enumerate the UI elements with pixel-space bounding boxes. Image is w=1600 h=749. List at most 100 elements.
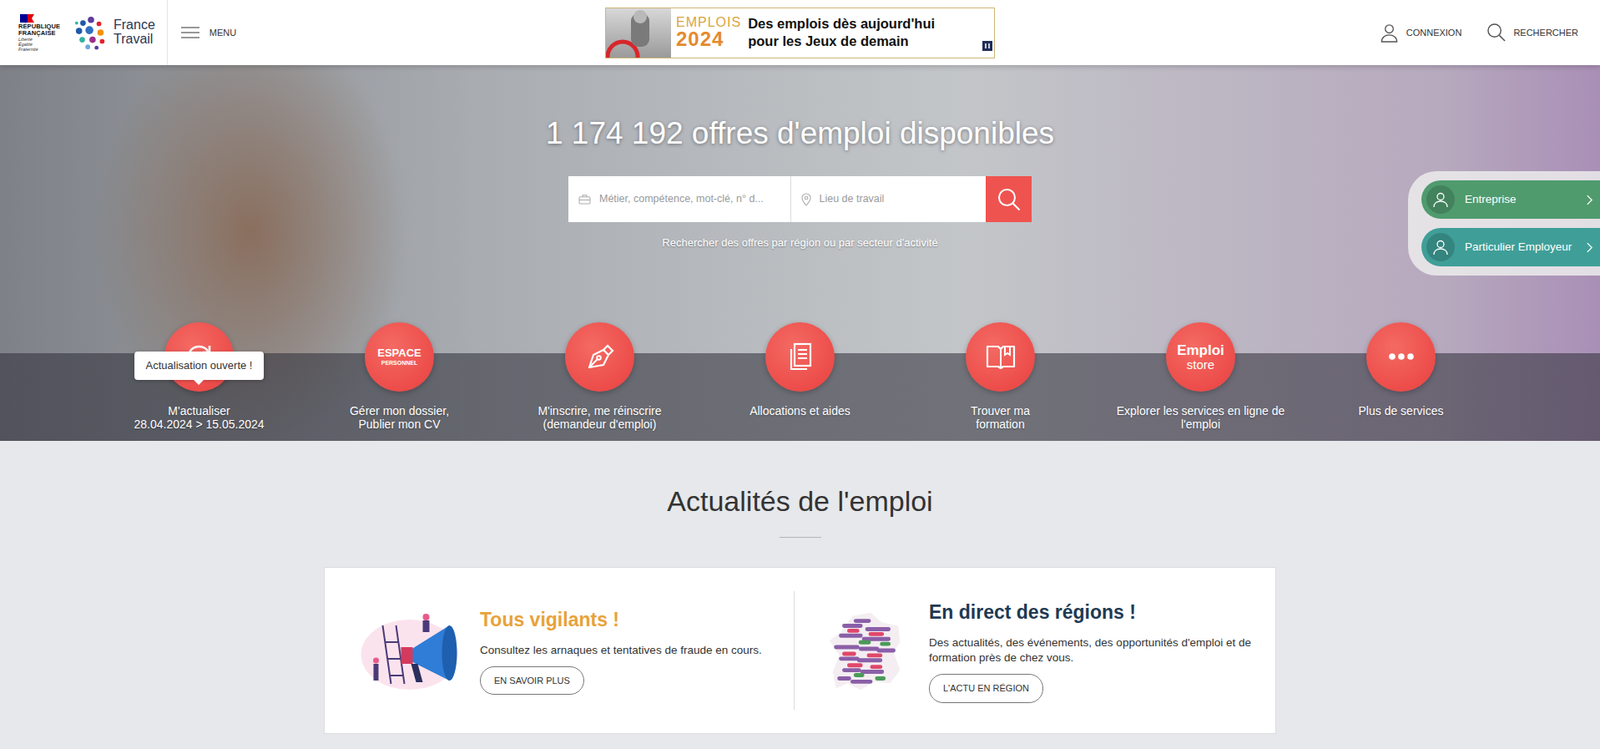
service-circle [1366, 322, 1436, 392]
service-label: Explorer les services en ligne del'emplo… [1116, 403, 1286, 431]
chevron-right-icon [1585, 242, 1594, 253]
search-button[interactable] [985, 176, 1032, 223]
news-card: Tous vigilants ! Consultez les arnaques e… [323, 566, 1277, 734]
menu-label: MENU [209, 25, 237, 41]
service-circle: ESPACEPERSONNEL [364, 322, 435, 392]
news-button[interactable]: EN SAVOIR PLUS [479, 666, 585, 696]
brand-text: France [113, 18, 156, 33]
service-label-line: Trouver ma [970, 403, 1030, 418]
news-item: En direct des régions ! Des actualités, d… [816, 597, 1254, 702]
news-illustration [816, 608, 921, 692]
service-circle [965, 322, 1035, 392]
service-label-line: l'emploi [1116, 417, 1286, 431]
title-rule [779, 536, 822, 538]
browse-offers-link[interactable]: Rechercher des offres par région ou par … [661, 234, 938, 252]
service-label-line: M'actualiser [133, 403, 264, 418]
site-header: RÉPUBLIQUEFRANÇAISELibertéÉgalitéFratern… [0, 0, 1600, 66]
hamburger-icon [181, 25, 200, 40]
service-label-line: (demandeur d'emploi) [537, 417, 662, 431]
service-circle: Emploistore [1165, 322, 1236, 392]
hero-section: 1 174 192 offres d'emploi disponibles Rec… [0, 65, 1600, 441]
card-divider [793, 590, 795, 710]
audience-link[interactable]: Particulier Employeur [1421, 227, 1600, 267]
france-travail-logo[interactable]: FranceTravail [73, 15, 156, 51]
service-item[interactable]: Emploistore Explorer les services en lign… [1100, 322, 1302, 431]
service-label-line: Gérer mon dossier, [349, 403, 450, 418]
audience-link[interactable]: Entreprise [1421, 180, 1600, 219]
pause-icon [982, 40, 993, 51]
service-item[interactable]: Trouver maformation [900, 322, 1101, 431]
service-label-line: 28.04.2024 > 15.05.2024 [133, 417, 264, 431]
service-label-line: Explorer les services en ligne de [1116, 403, 1286, 418]
motto-text: Égalité [18, 41, 67, 47]
person-icon [1432, 191, 1449, 208]
service-label: M'actualiser28.04.2024 > 15.05.2024 [133, 403, 264, 431]
book-icon [984, 339, 1018, 374]
service-icon-text: ESPACE [377, 347, 422, 359]
marianne-icon [18, 13, 39, 24]
megaphone-illustration-icon [348, 608, 470, 692]
service-label-line: Allocations et aides [749, 403, 851, 418]
header-actions: CONNEXION RECHERCHER [994, 22, 1600, 43]
service-label-line: Publier mon CV [349, 417, 450, 431]
pause-button[interactable] [982, 35, 993, 56]
service-label: Gérer mon dossier,Publier mon CV [349, 403, 450, 431]
job-search-input[interactable] [597, 190, 784, 208]
service-icon-text: PERSONNEL [381, 359, 419, 366]
service-item[interactable]: M'inscrire, me réinscrire(demandeur d'em… [499, 322, 701, 431]
service-label-line: M'inscrire, me réinscrire [537, 403, 662, 418]
offers-count-title: 1 174 192 offres d'emploi disponibles [545, 113, 1055, 154]
service-item[interactable]: Allocations et aides [700, 322, 901, 431]
user-icon [1379, 22, 1400, 43]
chevron-right-icon [1585, 194, 1594, 206]
news-button[interactable]: L'ACTU EN RÉGION [928, 673, 1044, 703]
banner-line: pour les Jeux de demain [747, 32, 935, 51]
news-section: Actualités de l'emploi Tous vigilants ! Co… [0, 440, 1600, 734]
header-left: RÉPUBLIQUEFRANÇAISELibertéÉgalitéFratern… [0, 0, 606, 66]
republique-logo: RÉPUBLIQUEFRANÇAISELibertéÉgalitéFratern… [18, 13, 67, 52]
news-headline: En direct des régions ! [928, 597, 1254, 627]
service-label: M'inscrire, me réinscrire(demandeur d'em… [537, 403, 662, 431]
audience-label: Entreprise [1464, 191, 1576, 208]
service-label: Trouver maformation [970, 403, 1030, 431]
news-headline: Tous vigilants ! [479, 605, 763, 635]
ring-icon [605, 8, 672, 59]
service-label: Plus de services [1358, 403, 1444, 418]
service-circle [565, 322, 635, 392]
news-text: Consultez les arnaques et tentatives de … [479, 642, 763, 658]
location-field [790, 176, 986, 223]
jeux-2024-banner[interactable]: EMPLOIS2024Des emplois dès aujourd'huipo… [605, 7, 995, 59]
service-label-line: formation [970, 417, 1030, 431]
magnifier-icon [996, 186, 1022, 212]
audience-panel: Entreprise Particulier Employeur [1408, 171, 1600, 276]
action-label: CONNEXION [1406, 25, 1463, 41]
status-tooltip: Actualisation ouverte ! [134, 351, 265, 380]
news-title: Actualités de l'emploi [666, 484, 933, 519]
banner-photo [605, 8, 672, 58]
service-label: Allocations et aides [749, 403, 851, 418]
more-dots-icon [1384, 339, 1419, 374]
banner-word: EMPLOIS [676, 15, 742, 30]
location-input[interactable] [817, 190, 980, 208]
service-icon-text: store [1186, 358, 1215, 371]
france-travail-dots-icon [73, 15, 109, 51]
document-icon [783, 339, 818, 374]
person-icon [1432, 238, 1449, 256]
search-bar [568, 176, 1032, 223]
news-illustration [346, 608, 472, 692]
service-item[interactable]: Plus de services [1301, 322, 1502, 431]
banner-year: 2024 [676, 29, 742, 50]
republique-text: RÉPUBLIQUE [18, 23, 67, 31]
services-row: M'actualiser28.04.2024 > 15.05.2024 Actua… [99, 322, 1502, 441]
service-item[interactable]: ESPACEPERSONNEL Gérer mon dossier,Publier… [299, 322, 500, 431]
connexion-button[interactable]: CONNEXION [1379, 22, 1463, 43]
motto-text: Liberté [18, 36, 67, 42]
rechercher-button[interactable]: RECHERCHER [1486, 22, 1579, 43]
news-item: Tous vigilants ! Consultez les arnaques e… [346, 605, 784, 695]
menu-button[interactable]: MENU [181, 25, 237, 41]
france-regions-map-icon [819, 608, 919, 692]
news-text: Des actualités, des événements, des oppo… [928, 635, 1254, 666]
service-item[interactable]: M'actualiser28.04.2024 > 15.05.2024 Actua… [99, 322, 300, 431]
republique-text: FRANÇAISE [18, 30, 67, 37]
service-icon-text: Emploi [1176, 343, 1225, 358]
